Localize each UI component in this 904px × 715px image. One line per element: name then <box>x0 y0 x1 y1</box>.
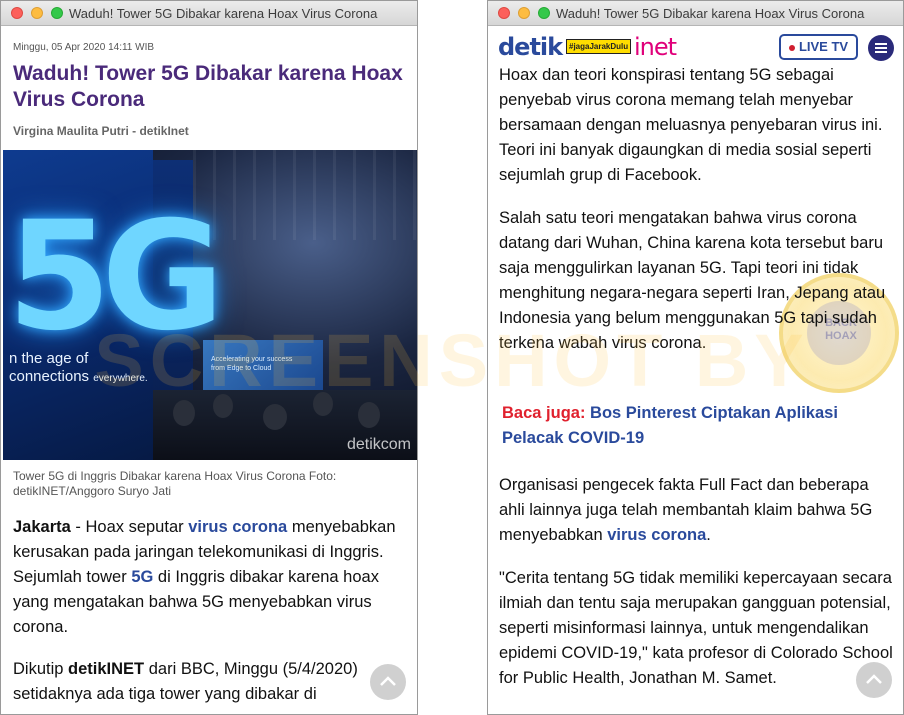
jaga-jarak-tag: #jagaJarakDulu <box>566 39 632 54</box>
paragraph-text: . <box>706 526 711 544</box>
live-tv-label: LIVE TV <box>798 39 849 54</box>
booth-screen-line-1: Accelerating your success <box>211 356 293 363</box>
person-head <box>263 404 287 430</box>
left-title-bar[interactable]: Waduh! Tower 5G Dibakar karena Hoax Viru… <box>1 1 417 26</box>
stage-lights <box>193 150 417 240</box>
article-paragraph-2: Dikutip detikINET dari BBC, Minggu (5/4/… <box>13 657 405 707</box>
close-window-button[interactable] <box>11 7 23 19</box>
article-paragraph-1: Jakarta - Hoax seputar virus corona meny… <box>13 515 405 640</box>
article-paragraph-4: Salah satu teori mengatakan bahwa virus … <box>499 209 886 352</box>
right-window-title: Waduh! Tower 5G Dibakar karena Hoax Viru… <box>556 6 865 21</box>
zoom-window-button[interactable] <box>51 7 63 19</box>
article-date: Minggu, 05 Apr 2020 14:11 WIB <box>13 42 155 53</box>
minimize-window-button[interactable] <box>31 7 43 19</box>
paragraph-text: - Hoax seputar <box>70 518 189 536</box>
scroll-to-top-button[interactable] <box>370 664 406 700</box>
booth-screen-text: Accelerating your success from Edge to C… <box>211 355 292 373</box>
slogan-line-2: connections <box>9 368 90 385</box>
article-paragraph-3: Hoax dan teori konspirasi tentang 5G seb… <box>499 66 883 184</box>
hamburger-menu-icon[interactable] <box>868 35 894 61</box>
site-header: detik #jagaJarakDulu inet LIVE TV <box>488 27 903 65</box>
virus-corona-link[interactable]: virus corona <box>188 518 287 536</box>
left-article: Minggu, 05 Apr 2020 14:11 WIB Waduh! Tow… <box>1 27 417 714</box>
article-author[interactable]: Virgina Maulita Putri - detikInet <box>13 124 189 138</box>
baca-juga-label: Baca juga: <box>502 404 586 422</box>
paragraph-text: Dikutip <box>13 660 69 678</box>
article-paragraph-5: Organisasi pengecek fakta Full Fact dan … <box>499 473 894 548</box>
person-head <box>213 394 233 418</box>
scroll-to-top-button[interactable] <box>856 662 892 698</box>
close-window-button[interactable] <box>498 7 510 19</box>
live-tv-button[interactable]: LIVE TV <box>779 34 858 60</box>
person-head <box>358 402 380 428</box>
person-head <box>173 400 195 426</box>
person-head <box>313 392 333 416</box>
right-title-bar[interactable]: Waduh! Tower 5G Dibakar karena Hoax Viru… <box>488 1 903 26</box>
slogan-everywhere: everywhere. <box>93 373 148 384</box>
article-paragraph-6: "Cerita tentang 5G tidak memiliki keperc… <box>499 569 893 687</box>
slogan-line-1: n the age of <box>9 350 89 367</box>
live-dot-icon <box>788 44 795 51</box>
minimize-window-button[interactable] <box>518 7 530 19</box>
right-browser-window: Waduh! Tower 5G Dibakar karena Hoax Viru… <box>487 0 904 715</box>
article-headline: Waduh! Tower 5G Dibakar karena Hoax Viru… <box>13 62 403 111</box>
article-photo[interactable]: 5G n the age of connections everywhere. … <box>3 150 417 460</box>
5g-link[interactable]: 5G <box>131 568 153 586</box>
photo-slogan: n the age of connections everywhere. <box>9 350 148 388</box>
chevron-up-icon <box>380 676 396 686</box>
inet-logo[interactable]: inet <box>634 33 677 61</box>
chevron-up-icon <box>866 674 882 684</box>
source-name: detikINET <box>68 660 145 678</box>
detik-logo[interactable]: detik <box>498 33 563 61</box>
booth-screen-line-2: from Edge to Cloud <box>211 365 272 372</box>
left-window-title: Waduh! Tower 5G Dibakar karena Hoax Viru… <box>69 6 378 21</box>
left-browser-window: Waduh! Tower 5G Dibakar karena Hoax Viru… <box>0 0 418 715</box>
photo-watermark: detikcom <box>346 436 411 453</box>
right-article: BACK HOAX Hoax dan teori konspirasi tent… <box>488 27 903 714</box>
virus-corona-link[interactable]: virus corona <box>607 526 706 544</box>
photo-caption: Tower 5G di Inggris Dibakar karena Hoax … <box>13 469 337 498</box>
related-article: Baca juga: Bos Pinterest Ciptakan Aplika… <box>502 401 894 451</box>
dateline: Jakarta <box>13 518 71 536</box>
zoom-window-button[interactable] <box>538 7 550 19</box>
5g-sign: 5G <box>7 190 224 364</box>
